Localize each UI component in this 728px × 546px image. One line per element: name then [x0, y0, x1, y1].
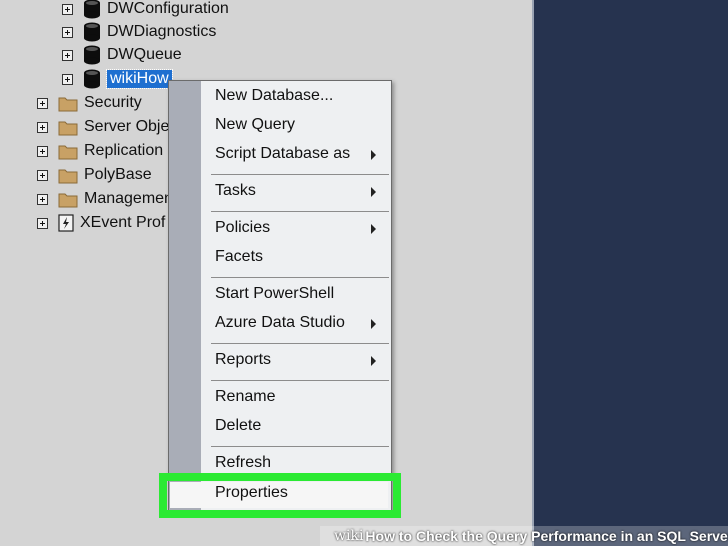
folder-icon [58, 169, 78, 183]
menu-item-script-database-as[interactable]: Script Database as [215, 141, 350, 167]
menu-icon-gutter [169, 81, 201, 511]
menu-separator [211, 174, 389, 175]
tree-item-label: XEvent Prof [80, 214, 166, 231]
database-icon [84, 45, 100, 65]
folder-icon [58, 145, 78, 159]
document-pane [532, 0, 728, 546]
xevent-icon [58, 214, 74, 232]
database-icon [84, 22, 100, 42]
menu-item-tasks[interactable]: Tasks [215, 178, 256, 204]
tree-item-label: Server Objec [84, 118, 178, 135]
expand-icon[interactable] [37, 169, 48, 181]
expand-icon[interactable] [37, 193, 48, 205]
menu-separator [211, 343, 389, 344]
watermark-brand: wiki [334, 528, 364, 544]
tree-item-management[interactable]: Managemen [37, 187, 173, 211]
menu-item-new-database[interactable]: New Database... [215, 83, 333, 109]
tree-item-label: Replication [84, 142, 164, 159]
tree-item-polybase[interactable]: PolyBase [37, 163, 152, 187]
context-menu: New Database... New Query Script Databas… [168, 80, 392, 512]
menu-item-new-query[interactable]: New Query [215, 112, 295, 138]
database-icon [84, 0, 100, 19]
folder-icon [58, 193, 78, 207]
properties-highlight-box [159, 473, 401, 518]
expand-icon[interactable] [37, 97, 48, 109]
tree-item-security[interactable]: Security [37, 91, 142, 115]
menu-item-policies[interactable]: Policies [215, 215, 270, 241]
tree-item-label: DWQueue [107, 46, 182, 63]
tree-item-server-objects[interactable]: Server Objec [37, 115, 177, 139]
watermark-text: How to Check the Query Performance in an… [365, 528, 728, 544]
menu-item-delete[interactable]: Delete [215, 413, 261, 439]
tree-item-label: Security [84, 94, 142, 111]
expand-icon[interactable] [62, 73, 73, 85]
tree-item-xevent-profiler[interactable]: XEvent Prof [37, 211, 165, 235]
menu-item-azure-data-studio[interactable]: Azure Data Studio [215, 310, 345, 336]
tree-item-label: DWDiagnostics [107, 23, 217, 40]
menu-item-rename[interactable]: Rename [215, 384, 275, 410]
expand-icon[interactable] [37, 121, 48, 133]
submenu-arrow-icon [371, 187, 376, 197]
submenu-arrow-icon [371, 356, 376, 366]
submenu-arrow-icon [371, 224, 376, 234]
expand-icon[interactable] [37, 145, 48, 157]
menu-separator [211, 446, 389, 447]
submenu-arrow-icon [371, 319, 376, 329]
folder-icon [58, 121, 78, 135]
folder-icon [58, 97, 78, 111]
menu-item-facets[interactable]: Facets [215, 244, 263, 270]
menu-item-reports[interactable]: Reports [215, 347, 271, 373]
tree-item-dwconfiguration[interactable]: DWConfiguration [62, 0, 229, 21]
expand-icon[interactable] [62, 49, 73, 61]
submenu-arrow-icon [371, 150, 376, 160]
menu-item-start-powershell[interactable]: Start PowerShell [215, 281, 334, 307]
menu-separator [211, 380, 389, 381]
tree-item-label-selected: wikiHow [106, 69, 173, 89]
expand-icon[interactable] [37, 217, 48, 229]
menu-separator [211, 211, 389, 212]
expand-icon[interactable] [62, 26, 73, 38]
menu-separator [211, 277, 389, 278]
tree-item-wikihow[interactable]: wikiHow [62, 67, 173, 91]
tree-item-dwdiagnostics[interactable]: DWDiagnostics [62, 20, 216, 44]
tree-item-label: PolyBase [84, 166, 152, 183]
wikihow-watermark: wiki How to Check the Query Performance … [320, 526, 728, 546]
tree-item-replication[interactable]: Replication [37, 139, 163, 163]
expand-icon[interactable] [62, 3, 73, 15]
tree-item-label: Managemen [84, 190, 173, 207]
tree-item-label: DWConfiguration [107, 0, 229, 17]
database-icon [84, 69, 100, 89]
tree-item-dwqueue[interactable]: DWQueue [62, 43, 182, 67]
